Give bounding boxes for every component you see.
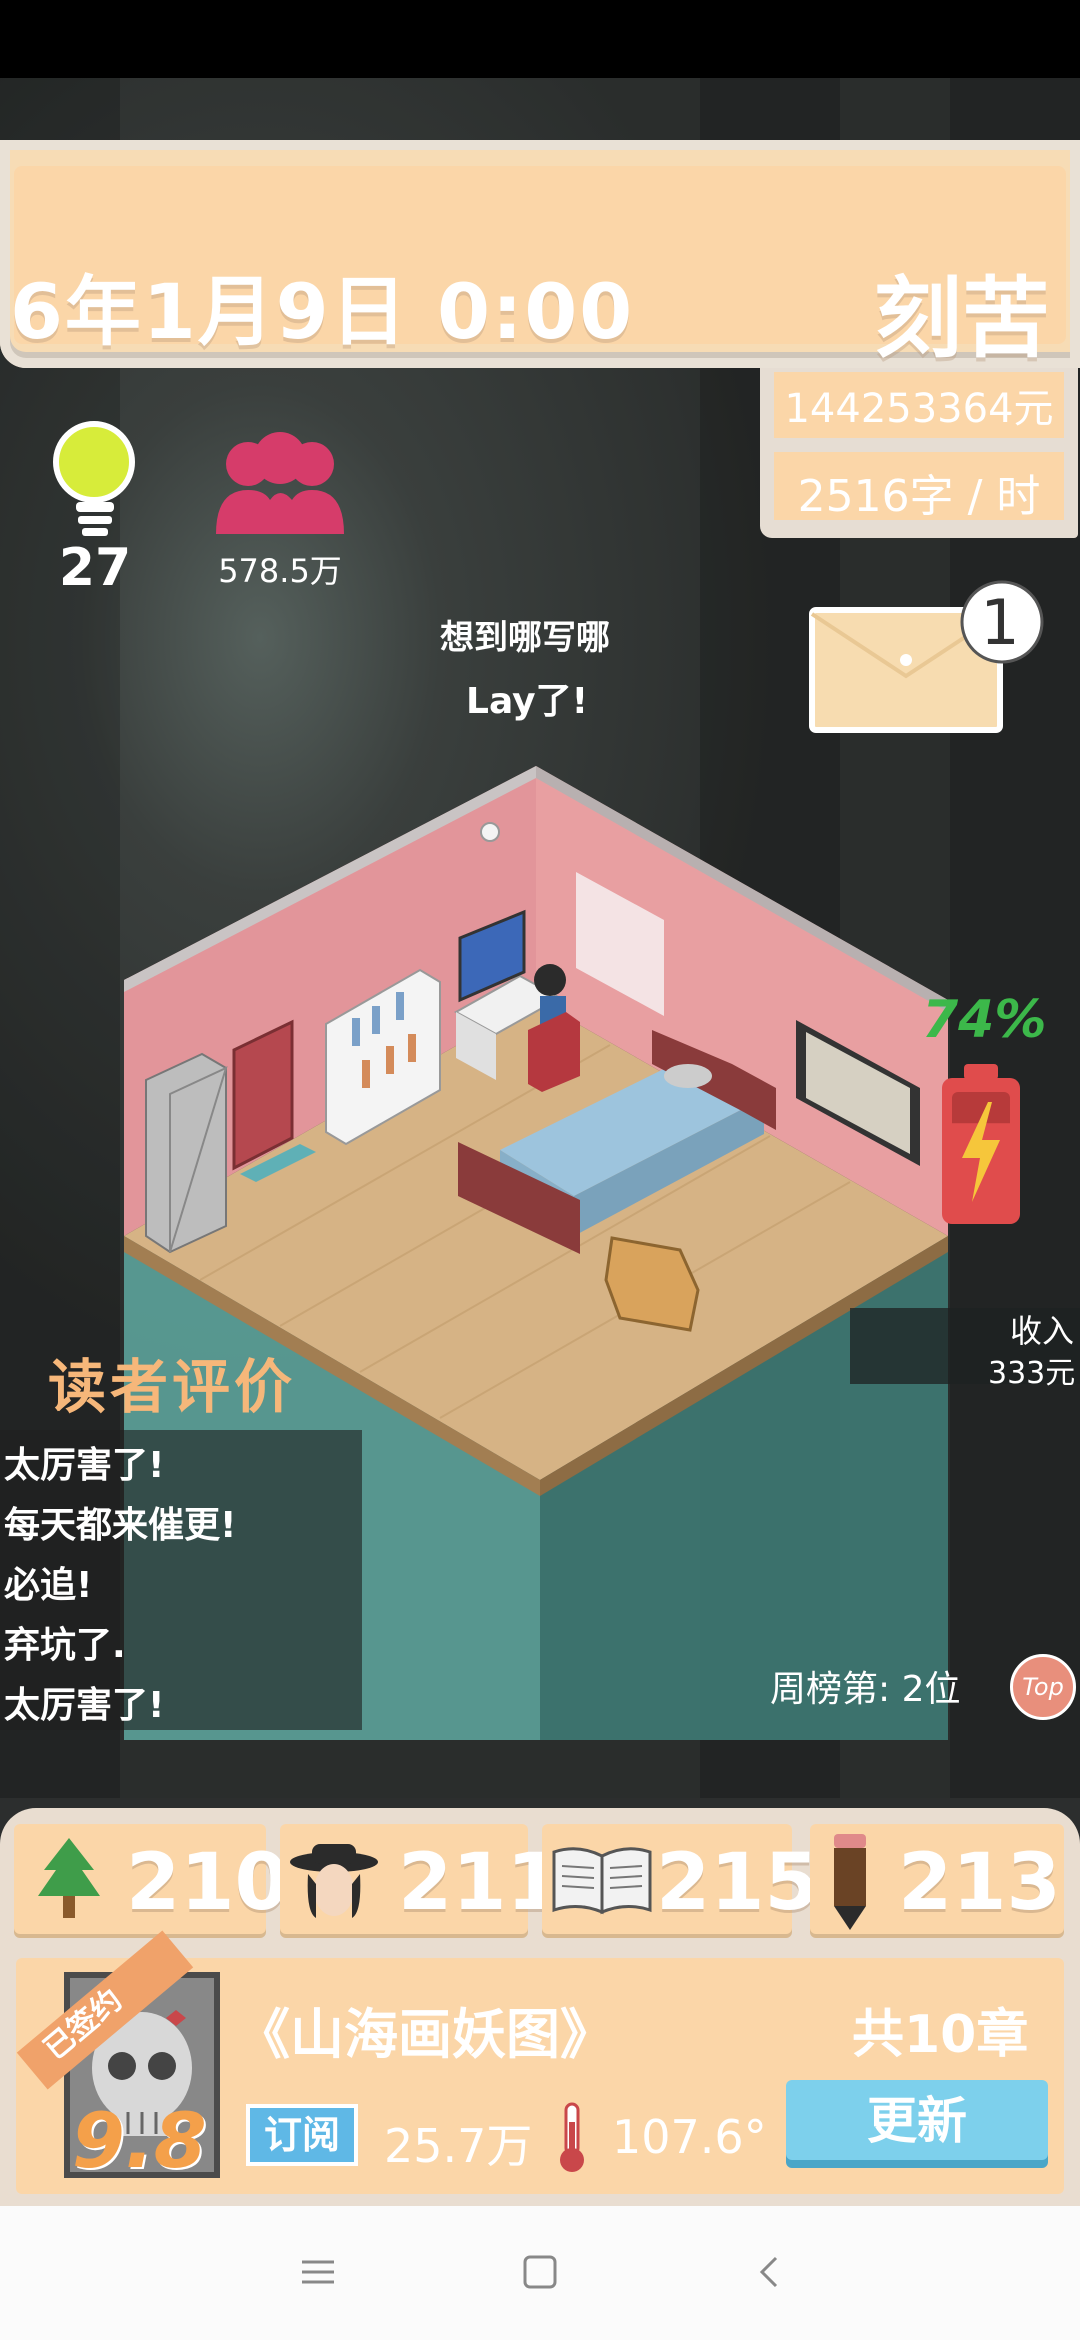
top-rank-button[interactable]: Top [1010, 1654, 1076, 1720]
writing-speed-value: 2516字 / 时 [797, 471, 1041, 522]
subscribe-badge: 订阅 [246, 2104, 358, 2166]
weekly-rank: 周榜第: 2位 [770, 1669, 961, 1710]
income-label: 收入 [1010, 1312, 1075, 1350]
chapter-count: 共10章 [852, 2005, 1029, 2065]
inspiration-value: 27 [58, 538, 132, 598]
stat-writing-value: 213 [898, 1838, 1061, 1928]
heat-value: 107.6° [612, 2110, 767, 2164]
top-rank-label: Top [1022, 1673, 1064, 1701]
stat-character-value: 211 [398, 1838, 561, 1928]
fans-icon[interactable] [212, 430, 348, 542]
review-item: 必追! [4, 1565, 93, 1606]
stat-story-value: 215 [656, 1838, 819, 1928]
back-icon[interactable] [752, 2254, 788, 2290]
mail-count: 1 [980, 586, 1020, 659]
fans-value: 578.5万 [218, 552, 342, 590]
menu-icon[interactable] [300, 2254, 336, 2290]
review-item: 弃坑了. [4, 1625, 126, 1666]
money-value: 144253364元 [784, 386, 1054, 432]
review-item: 太厉害了! [4, 1445, 165, 1486]
update-button[interactable]: 更新 [786, 2080, 1048, 2160]
stat-scenery-value: 210 [126, 1838, 289, 1928]
thermometer-icon [560, 2102, 584, 2172]
subscriber-count: 25.7万 [384, 2119, 533, 2173]
battery-percent: 74% [922, 990, 1047, 1050]
date-time-display: 6年1月9日 0:00 [10, 267, 635, 356]
thought-line-2: Lay了! [466, 681, 589, 722]
book-title: 《山海画妖图》 [236, 2003, 614, 2066]
battery-icon[interactable] [938, 1062, 1024, 1228]
work-mode-button[interactable]: 刻苦 [874, 248, 1050, 375]
tree-icon [38, 1838, 100, 1918]
book-icon [552, 1847, 652, 1915]
review-item: 太厉害了! [4, 1685, 165, 1726]
income-value: 333元 [988, 1356, 1076, 1391]
book-score: 9.8 [72, 2096, 207, 2185]
subscribe-label: 订阅 [263, 2113, 340, 2157]
reviews-title: 读者评价 [48, 1353, 297, 1421]
home-icon[interactable] [522, 2254, 558, 2290]
update-label: 更新 [867, 2093, 967, 2149]
thought-line-1: 想到哪写哪 [440, 618, 610, 658]
character-icon [290, 1844, 378, 1918]
pencil-icon [834, 1834, 866, 1930]
lightbulb-icon[interactable] [50, 418, 140, 546]
review-item: 每天都来催更! [4, 1505, 237, 1546]
